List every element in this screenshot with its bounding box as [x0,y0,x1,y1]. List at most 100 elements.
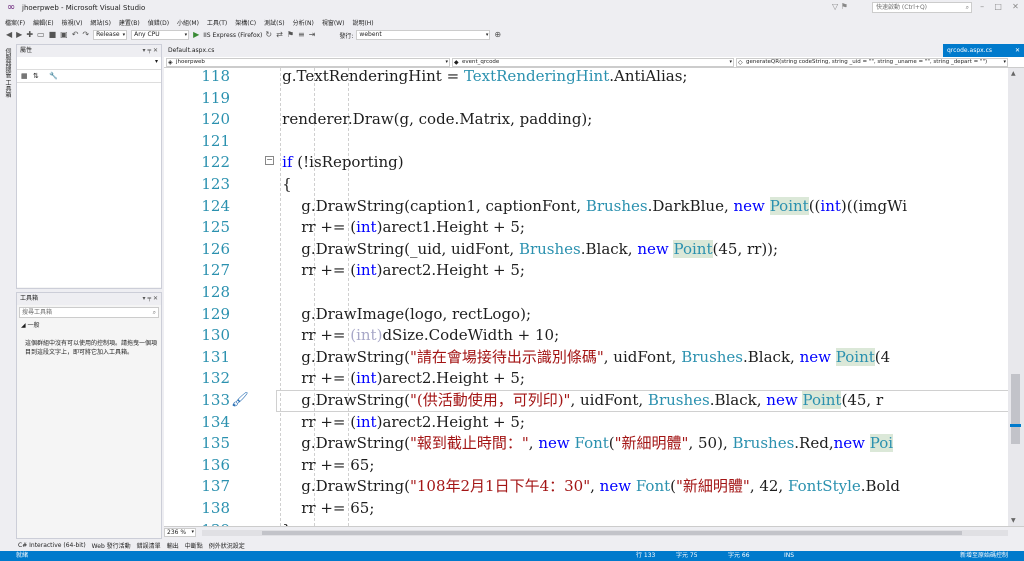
status-char: 字元 66 [728,552,750,559]
code-line[interactable]: { [244,173,292,195]
tool-window-tab[interactable]: C# Interactive (64-bit) [18,542,86,549]
horizontal-scrollbar[interactable] [202,530,1008,536]
platform-select[interactable]: Any CPU ▾ [131,30,190,40]
code-line[interactable]: g.DrawString("108年2月1日下午4：30", new Font(… [244,475,900,497]
new-project-icon[interactable]: ✚ [26,28,33,42]
bookmark-icon[interactable]: ⚑ [287,28,294,42]
configuration-select[interactable]: Release ▾ [93,30,128,40]
tool-window-tab[interactable]: 例外狀況設定 [209,541,245,550]
code-line[interactable]: g.DrawString("報到截止時間：", new Font("新細明體",… [244,432,894,454]
minimize-icon[interactable]: – [980,2,984,14]
line-number: 119 [201,89,230,107]
code-token: Font [635,477,671,495]
menu-item[interactable]: 工具(T) [207,18,227,27]
menu-item[interactable]: 分析(N) [293,18,314,27]
window-controls[interactable]: – □ ✕ [975,2,1024,14]
property-pages-icon[interactable]: 🔧 [49,72,58,80]
comment-icon[interactable]: ≡ [298,28,305,42]
code-token: "新細明體" [614,434,689,452]
code-token: (!isReporting) [292,153,404,171]
tool-window-tab[interactable]: 輸出 [167,541,179,550]
menu-item[interactable]: 測試(S) [264,18,285,27]
server-explorer-tab[interactable]: 伺服器總管 工具箱 [3,48,12,98]
code-line[interactable]: rr += (int)arect2.Height + 5; [244,367,525,389]
scroll-thumb[interactable] [262,531,962,535]
menu-item[interactable]: 架構(C) [235,18,256,27]
code-line[interactable]: g.DrawString("(供活動使用，可列印)", uidFont, Bru… [244,389,883,411]
browser-link-icon[interactable]: ⇄ [276,28,283,42]
publish-target-select[interactable]: webent ▾ [356,30,491,40]
code-token: )arect1.Height + 5; [376,218,525,236]
menu-item[interactable]: 檢視(V) [62,18,83,27]
scroll-up-icon[interactable]: ▲ [1011,70,1016,77]
code-line[interactable]: g.DrawImage(logo, rectLogo); [244,303,531,325]
alphabetical-icon[interactable]: ⇅ [33,72,39,80]
code-line[interactable]: rr += 65; [244,497,374,519]
toolbox-group-general[interactable]: ◢ 一般 [17,320,161,329]
close-icon[interactable]: ✕ [1015,44,1020,57]
forward-icon[interactable]: ▶ [16,28,22,42]
code-line[interactable]: rr += 65; [244,454,374,476]
vertical-scrollbar[interactable]: ▲ ▼ [1008,68,1024,526]
indent-icon[interactable]: ⇥ [309,28,316,42]
save-all-icon[interactable]: ▣ [60,28,68,42]
code-line[interactable]: g.DrawString(_uid, uidFont, Brushes.Blac… [244,238,778,260]
scroll-down-icon[interactable]: ▼ [1011,517,1016,524]
properties-object-select[interactable]: ▾ [17,57,161,70]
panel-controls[interactable]: ▾ ╤ ✕ [143,45,158,57]
member-dropdown[interactable]: ◇ generateQR(string codeString, string _u… [736,58,1008,67]
code-line[interactable]: g.TextRenderingHint = TextRenderingHint.… [244,68,687,87]
code-line[interactable]: if (!isReporting) [244,151,404,173]
tool-window-tab[interactable]: 中斷點 [185,541,203,550]
tool-window-tab[interactable]: 錯誤清單 [137,541,161,550]
zoom-select[interactable]: 236 % ▾ [164,528,196,537]
side-tool-strip[interactable]: 伺服器總管 工具箱 [0,42,15,539]
close-icon[interactable]: ✕ [1012,2,1019,14]
code-token: Brushes [681,348,744,366]
code-line[interactable]: rr += (int)arect1.Height + 5; [244,216,525,238]
code-line[interactable]: rr += (int)dSize.CodeWidth + 10; [244,324,559,346]
tab-default-aspx-cs[interactable]: Default.aspx.cs [164,44,244,57]
run-icon[interactable]: ▶ [193,28,199,42]
code-editor[interactable]: 118 119 120 121 122 123 124 125 126 127 128 129 130 1… [164,68,1024,526]
class-dropdown[interactable]: ◆ event_qrcode ▾ [452,58,734,67]
tool-window-tab[interactable]: Web 發行活動 [92,541,131,550]
tab-qrcode-aspx-cs[interactable]: qrcode.aspx.cs ✕ [943,44,1024,57]
code-line[interactable]: } [244,519,292,526]
maximize-icon[interactable]: □ [994,2,1002,14]
code-line[interactable]: rr += (int)arect2.Height + 5; [244,411,525,433]
menu-item[interactable]: 說明(H) [352,18,373,27]
back-icon[interactable]: ◀ [6,28,12,42]
code-token: int [356,218,377,236]
redo-icon[interactable]: ↷ [82,28,89,42]
publish-web-icon[interactable]: ⊕ [494,28,501,42]
menu-item[interactable]: 網站(S) [90,18,111,27]
scroll-thumb[interactable] [1011,374,1020,444]
menu-item[interactable]: 視窗(W) [322,18,345,27]
categorized-icon[interactable]: ▦ [21,72,28,80]
project-dropdown[interactable]: ◈ jhoerpweb ▾ [166,58,450,67]
source-control-button[interactable]: 新增至原始碼控制 [960,551,1008,561]
code-line[interactable]: rr += (int)arect2.Height + 5; [244,259,525,281]
run-target-button[interactable]: IIS Express (Firefox) [203,32,262,39]
menu-item[interactable]: 編輯(E) [33,18,53,27]
toolbox-search-input[interactable]: 搜尋工具箱 ⌕ [19,307,159,318]
menu-item[interactable]: 偵錯(D) [148,18,169,27]
open-file-icon[interactable]: ▭ [37,28,45,42]
save-icon[interactable]: ■ [49,28,57,42]
class-icon: ◆ [454,59,459,66]
code-line[interactable]: renderer.Draw(g, code.Matrix, padding); [244,108,592,130]
undo-icon[interactable]: ↶ [72,28,79,42]
refresh-icon[interactable]: ↻ [265,28,272,42]
panel-controls[interactable]: ▾ ╤ ✕ [143,293,158,305]
notification-icons[interactable]: ▽ ⚑ [832,2,848,11]
code-line[interactable]: g.DrawString(caption1, captionFont, Brus… [244,195,907,217]
code-area[interactable]: g.TextRenderingHint = TextRenderingHint.… [244,68,1004,526]
menu-item[interactable]: 小組(M) [177,18,199,27]
menu-item[interactable]: 建置(B) [119,18,140,27]
menu-item[interactable]: 檔案(F) [5,18,25,27]
code-token: new [833,434,865,452]
line-number: 124 [201,197,230,215]
code-line[interactable]: g.DrawString("請在會場接待出示識別條碼", uidFont, Br… [244,346,890,368]
quick-launch-input[interactable]: 快速啟動 (Ctrl+Q) ⌕ [872,2,972,13]
